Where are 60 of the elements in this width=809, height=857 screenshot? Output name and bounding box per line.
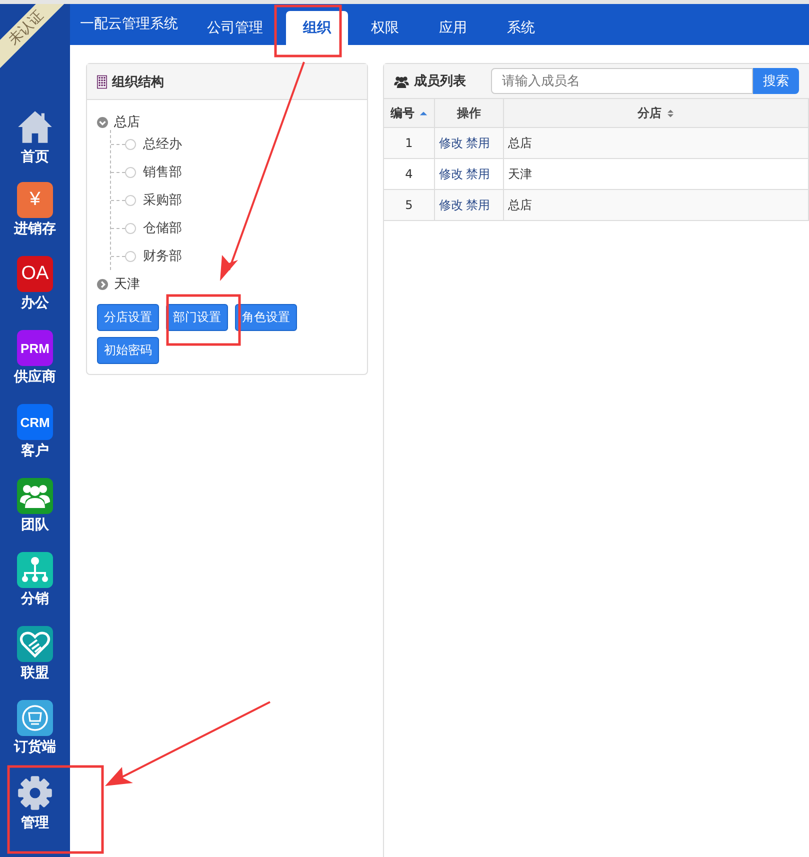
nav-tab[interactable]: 应用 (422, 11, 484, 45)
column-header[interactable]: 操作 (434, 99, 504, 128)
nav-tab[interactable]: 组织 (286, 11, 348, 45)
table-cell: 总店 (504, 190, 808, 220)
action-link[interactable]: 修改 (439, 166, 463, 180)
leaf-node-icon (125, 222, 136, 234)
table-cell: 总店 (504, 128, 808, 158)
nav-tab[interactable]: 公司管理 (190, 11, 280, 45)
building-icon (97, 74, 107, 88)
action-link[interactable]: 修改 (439, 136, 463, 150)
collapse-icon[interactable] (97, 116, 108, 128)
leaf-node-icon (125, 166, 136, 178)
sidebar-item[interactable]: OA 办公 (0, 256, 70, 330)
app-title: 一配云管理系统 (80, 15, 178, 34)
users-icon (394, 74, 409, 88)
tree-node[interactable]: 仓储部 (143, 219, 182, 237)
app-tile: OA (17, 256, 53, 292)
sidebar-item[interactable]: 团队 (0, 478, 70, 552)
sort-icon (666, 108, 674, 118)
leaf-node-icon (125, 194, 136, 206)
sidebar-item[interactable]: ¥ 进销存 (0, 182, 70, 256)
panel-title: 组织结构 (112, 74, 164, 90)
sidebar-item[interactable]: 首页 (0, 108, 70, 182)
expand-icon[interactable] (97, 278, 108, 290)
settings-button[interactable]: 分店设置 (97, 304, 159, 331)
app-tile: ¥ (17, 182, 53, 218)
leaf-node-icon (125, 250, 136, 262)
table-cell: 5 (384, 190, 434, 220)
column-header[interactable]: 编号 (384, 99, 434, 128)
panel-title: 成员列表 (414, 73, 466, 90)
tree-node[interactable]: 采购部 (143, 191, 182, 209)
sidebar-item[interactable]: 管理 (0, 774, 70, 848)
settings-button[interactable]: 初始密码 (97, 337, 159, 364)
column-header[interactable]: 分店 (504, 99, 808, 128)
table-cell: 1 (384, 128, 434, 158)
action-link[interactable]: 修改 (439, 198, 463, 212)
nav-tab[interactable]: 权限 (354, 11, 416, 45)
search-button[interactable]: 搜索 (753, 68, 799, 94)
action-link[interactable]: 禁用 (466, 166, 490, 180)
tree-node[interactable]: 销售部 (143, 163, 182, 181)
leaf-node-icon (125, 138, 136, 150)
action-link[interactable]: 禁用 (466, 136, 490, 150)
sidebar-item[interactable]: 分销 (0, 552, 70, 626)
tree-node[interactable]: 天津 (97, 270, 357, 298)
action-link[interactable]: 禁用 (466, 198, 490, 212)
app-tile: PRM (17, 330, 53, 366)
settings-button[interactable]: 角色设置 (235, 304, 297, 331)
tree-node[interactable]: 财务部 (143, 247, 182, 265)
sidebar-item[interactable]: PRM 供应商 (0, 330, 70, 404)
tree-node[interactable]: 总店 (97, 108, 357, 136)
app-tile: CRM (17, 404, 53, 440)
nav-tab[interactable]: 系统 (490, 11, 552, 45)
sidebar-item[interactable]: CRM 客户 (0, 404, 70, 478)
tree-node[interactable]: 总经办 (143, 135, 182, 153)
highlight-box (274, 4, 342, 58)
sidebar-item[interactable]: 订货端 (0, 700, 70, 774)
settings-button[interactable]: 部门设置 (166, 304, 228, 331)
settings-icon (16, 774, 54, 812)
search-field[interactable]: 请输入成员名 (491, 68, 753, 94)
sidebar-item[interactable]: 联盟 (0, 626, 70, 700)
